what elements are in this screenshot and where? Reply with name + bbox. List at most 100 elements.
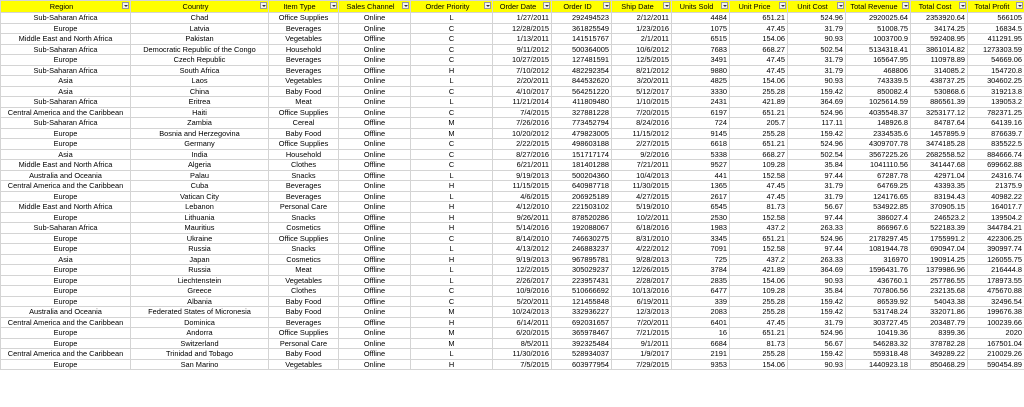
cell-units-sold[interactable]: 16 [671, 327, 730, 339]
cell-total-profit[interactable]: 216444.8 [967, 264, 1024, 276]
cell-item-type[interactable]: Office Supplies [268, 232, 339, 244]
cell-unit-cost[interactable]: 524.96 [787, 12, 846, 24]
cell-total-cost[interactable]: 2682558.52 [910, 148, 968, 160]
cell-order-date[interactable]: 4/12/2010 [492, 201, 552, 213]
cell-ship-date[interactable]: 7/20/2015 [611, 106, 672, 118]
cell-sales-channel[interactable]: Offline [338, 159, 411, 171]
cell-units-sold[interactable]: 2835 [671, 274, 730, 286]
cell-total-cost[interactable]: 886561.39 [910, 96, 968, 108]
cell-unit-cost[interactable]: 90.93 [787, 75, 846, 87]
cell-units-sold[interactable]: 339 [671, 295, 730, 307]
cell-item-type[interactable]: Snacks [268, 169, 339, 181]
cell-unit-cost[interactable]: 56.67 [787, 201, 846, 213]
cell-country[interactable]: Liechtenstein [130, 274, 269, 286]
cell-region[interactable]: Sub-Saharan Africa [0, 64, 131, 76]
cell-total-cost[interactable]: 592408.95 [910, 33, 968, 45]
cell-unit-price[interactable]: 47.45 [729, 180, 788, 192]
cell-total-profit[interactable]: 475670.88 [967, 285, 1024, 297]
cell-order-priority[interactable]: H [410, 222, 493, 234]
cell-unit-price[interactable]: 651.21 [729, 12, 788, 24]
cell-order-priority[interactable]: C [410, 285, 493, 297]
cell-order-id[interactable]: 192088067 [551, 222, 612, 234]
cell-region[interactable]: Central America and the Caribbean [0, 180, 131, 192]
cell-units-sold[interactable]: 1075 [671, 22, 730, 34]
cell-order-priority[interactable]: H [410, 316, 493, 328]
cell-item-type[interactable]: Baby Food [268, 85, 339, 97]
cell-unit-price[interactable]: 152.58 [729, 243, 788, 255]
cell-ship-date[interactable]: 10/13/2016 [611, 285, 672, 297]
cell-unit-cost[interactable]: 31.79 [787, 54, 846, 66]
cell-ship-date[interactable]: 9/1/2011 [611, 337, 672, 349]
cell-total-profit[interactable]: 699662.88 [967, 159, 1024, 171]
cell-ship-date[interactable]: 7/21/2015 [611, 327, 672, 339]
cell-total-cost[interactable]: 83194.43 [910, 190, 968, 202]
cell-item-type[interactable]: Personal Care [268, 337, 339, 349]
cell-unit-price[interactable]: 154.06 [729, 33, 788, 45]
cell-order-date[interactable]: 10/27/2015 [492, 54, 552, 66]
cell-order-date[interactable]: 8/27/2016 [492, 148, 552, 160]
cell-unit-price[interactable]: 651.21 [729, 106, 788, 118]
cell-total-cost[interactable]: 110978.89 [910, 54, 968, 66]
cell-order-priority[interactable]: C [410, 232, 493, 244]
cell-ship-date[interactable]: 2/27/2015 [611, 138, 672, 150]
cell-order-id[interactable]: 327881228 [551, 106, 612, 118]
cell-region[interactable]: Sub-Saharan Africa [0, 222, 131, 234]
cell-unit-cost[interactable]: 31.79 [787, 316, 846, 328]
cell-order-date[interactable]: 11/15/2015 [492, 180, 552, 192]
cell-unit-cost[interactable]: 97.44 [787, 211, 846, 223]
cell-total-cost[interactable]: 378782.28 [910, 337, 968, 349]
cell-order-date[interactable]: 5/14/2016 [492, 222, 552, 234]
cell-total-revenue[interactable]: 866967.6 [845, 222, 911, 234]
cell-total-revenue[interactable]: 546283.32 [845, 337, 911, 349]
cell-ship-date[interactable]: 10/2/2011 [611, 211, 672, 223]
cell-total-revenue[interactable]: 10419.36 [845, 327, 911, 339]
cell-item-type[interactable]: Meat [268, 96, 339, 108]
cell-units-sold[interactable]: 2191 [671, 348, 730, 360]
cell-ship-date[interactable]: 7/21/2011 [611, 159, 672, 171]
cell-units-sold[interactable]: 6618 [671, 138, 730, 150]
cell-item-type[interactable]: Beverages [268, 54, 339, 66]
cell-order-date[interactable]: 7/10/2012 [492, 64, 552, 76]
cell-country[interactable]: Pakistan [130, 33, 269, 45]
cell-order-id[interactable]: 773452794 [551, 117, 612, 129]
cell-region[interactable]: Sub-Saharan Africa [0, 43, 131, 55]
cell-units-sold[interactable]: 9145 [671, 127, 730, 139]
filter-dropdown-icon[interactable] [330, 2, 337, 9]
cell-order-priority[interactable]: M [410, 127, 493, 139]
cell-country[interactable]: Latvia [130, 22, 269, 34]
cell-total-cost[interactable]: 257786.55 [910, 274, 968, 286]
cell-country[interactable]: Federated States of Micronesia [130, 306, 269, 318]
cell-country[interactable]: Lithuania [130, 211, 269, 223]
cell-sales-channel[interactable]: Offline [338, 285, 411, 297]
filter-dropdown-icon[interactable] [663, 2, 670, 9]
cell-country[interactable]: Switzerland [130, 337, 269, 349]
cell-unit-cost[interactable]: 90.93 [787, 274, 846, 286]
cell-item-type[interactable]: Beverages [268, 190, 339, 202]
cell-sales-channel[interactable]: Offline [338, 222, 411, 234]
cell-order-id[interactable]: 411809480 [551, 96, 612, 108]
cell-country[interactable]: China [130, 85, 269, 97]
cell-region[interactable]: Europe [0, 190, 131, 202]
cell-total-revenue[interactable]: 4309707.78 [845, 138, 911, 150]
cell-units-sold[interactable]: 4484 [671, 12, 730, 24]
cell-unit-cost[interactable]: 97.44 [787, 169, 846, 181]
cell-order-id[interactable]: 246883237 [551, 243, 612, 255]
cell-order-id[interactable]: 500204360 [551, 169, 612, 181]
cell-country[interactable]: Laos [130, 75, 269, 87]
cell-unit-cost[interactable]: 159.42 [787, 348, 846, 360]
cell-unit-price[interactable]: 47.45 [729, 22, 788, 34]
cell-sales-channel[interactable]: Offline [338, 211, 411, 223]
cell-total-revenue[interactable]: 316970 [845, 253, 911, 265]
cell-region[interactable]: Sub-Saharan Africa [0, 117, 131, 129]
cell-order-id[interactable]: 206925189 [551, 190, 612, 202]
cell-sales-channel[interactable]: Offline [338, 253, 411, 265]
cell-item-type[interactable]: Snacks [268, 211, 339, 223]
cell-item-type[interactable]: Office Supplies [268, 138, 339, 150]
cell-ship-date[interactable]: 1/9/2017 [611, 348, 672, 360]
cell-sales-channel[interactable]: Offline [338, 264, 411, 276]
cell-sales-channel[interactable]: Online [338, 148, 411, 160]
cell-region[interactable]: Middle East and North Africa [0, 159, 131, 171]
cell-ship-date[interactable]: 6/19/2011 [611, 295, 672, 307]
cell-unit-price[interactable]: 205.7 [729, 117, 788, 129]
cell-total-revenue[interactable]: 51008.75 [845, 22, 911, 34]
